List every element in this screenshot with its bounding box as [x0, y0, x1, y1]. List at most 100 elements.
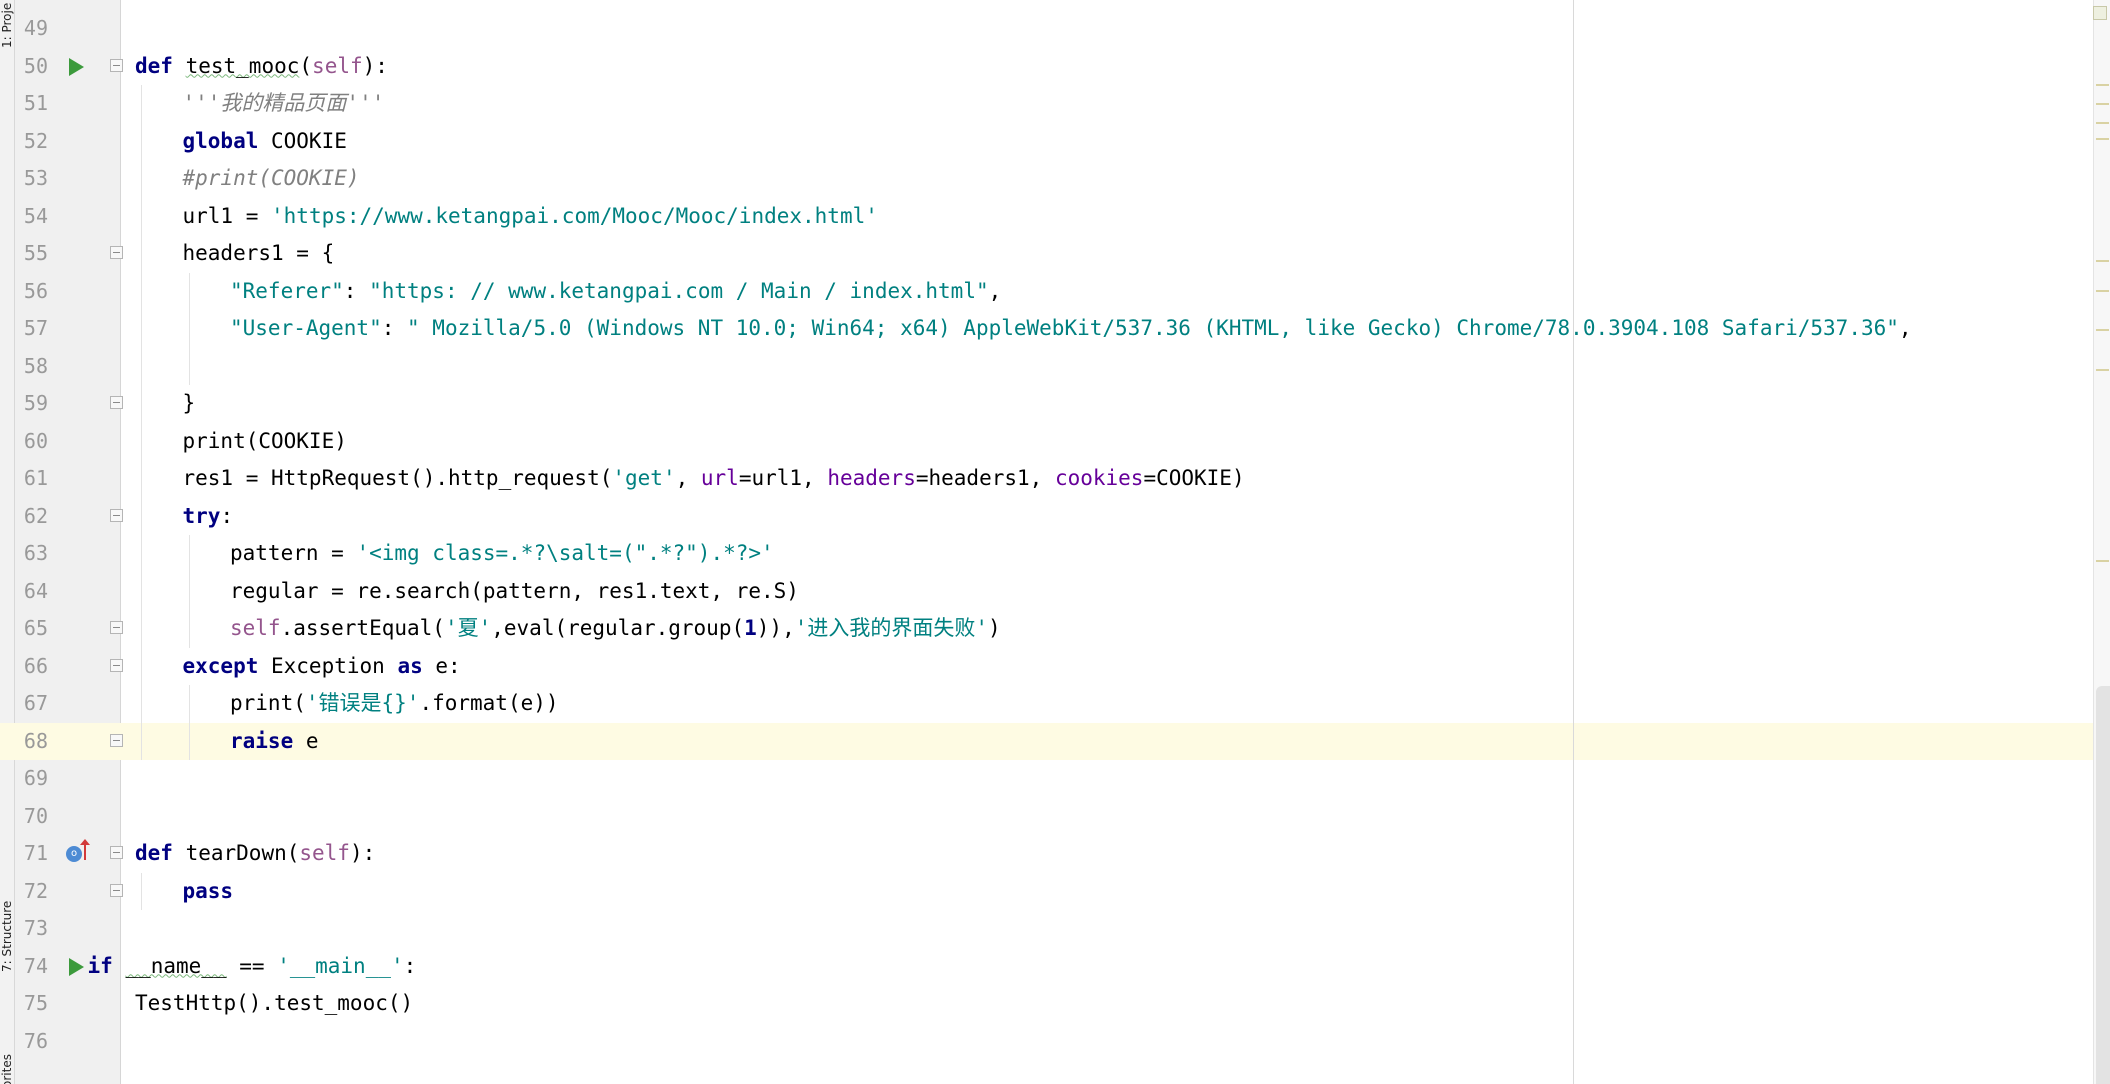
- code-text[interactable]: raise e: [230, 723, 319, 761]
- code-line-49[interactable]: 49: [0, 10, 2093, 48]
- code-line-51[interactable]: 51 '''我的精品页面''': [0, 85, 2093, 123]
- code-line-55[interactable]: 55 headers1 = {: [0, 235, 2093, 273]
- indent-guide: [141, 460, 142, 498]
- fold-marker-icon[interactable]: [110, 508, 123, 522]
- indent-guide: [188, 722, 190, 760]
- line-number: 56: [23, 278, 48, 303]
- code-line-62[interactable]: 62 try:: [0, 497, 2093, 536]
- line-number: 72: [23, 878, 48, 903]
- line-number: 51: [23, 91, 48, 115]
- fold-marker-icon[interactable]: [110, 658, 123, 672]
- line-number: 49: [23, 16, 48, 40]
- code-text[interactable]: pattern = '<img class=.*?\salt=(".*?").*…: [230, 535, 774, 573]
- line-number: 74: [23, 953, 48, 978]
- code-line-64[interactable]: 64 regular = re.search(pattern, res1.text…: [0, 572, 2093, 611]
- code-line-61[interactable]: 61 res1 = HttpRequest().http_request('get…: [0, 460, 2093, 498]
- fold-marker-icon[interactable]: [110, 396, 123, 409]
- indent-guide: [141, 235, 142, 273]
- code-line-57[interactable]: 57 "User-Agent": " Mozilla/5.0 (Windows N…: [0, 310, 2093, 348]
- code-line-74[interactable]: 74 if __name__ == '__main__':: [0, 948, 2093, 986]
- code-text[interactable]: #print(COOKIE): [183, 160, 360, 198]
- code-line-69[interactable]: 69: [0, 760, 2093, 798]
- fold-marker-icon[interactable]: [110, 621, 123, 634]
- code-text[interactable]: print('错误是{}'.format(e)): [230, 685, 559, 723]
- line-number: 59: [23, 391, 48, 415]
- line-number: 65: [23, 616, 48, 640]
- code-text[interactable]: res1 = HttpRequest().http_request('get',…: [183, 460, 1245, 498]
- fold-marker-icon[interactable]: [110, 883, 123, 897]
- indent-guide: [141, 310, 142, 348]
- code-line-75[interactable]: 75 TestHttp().test_mooc(): [0, 985, 2093, 1023]
- run-icon[interactable]: [69, 957, 84, 976]
- fold-marker-icon[interactable]: [110, 58, 123, 72]
- indent-guide: [188, 535, 190, 573]
- indent-guide: [141, 85, 142, 123]
- indent-guide: [141, 685, 142, 723]
- line-number: 76: [23, 1028, 48, 1053]
- code-text[interactable]: try:: [183, 498, 234, 536]
- line-number: 50: [23, 53, 48, 78]
- code-line-66[interactable]: 66 except Exception as e:: [0, 647, 2093, 686]
- code-text[interactable]: "User-Agent": " Mozilla/5.0 (Windows NT …: [230, 310, 1912, 348]
- indent-guide: [141, 872, 142, 910]
- fold-marker-icon[interactable]: [110, 846, 123, 859]
- line-number: 73: [23, 916, 48, 940]
- line-number: 66: [23, 653, 48, 678]
- code-text[interactable]: global COOKIE: [183, 123, 347, 161]
- code-text[interactable]: pass: [183, 873, 234, 911]
- line-number: 69: [23, 766, 48, 790]
- code-text[interactable]: def tearDown(self):: [135, 835, 375, 873]
- code-editor[interactable]: 49 50 def test_mooc(self): 51 '''我的精品页面''' 52…: [0, 0, 2110, 1084]
- line-number: 53: [23, 166, 48, 190]
- code-text[interactable]: def test_mooc(self):: [135, 48, 388, 86]
- code-line-53[interactable]: 53 #print(COOKIE): [0, 160, 2093, 198]
- code-line-65[interactable]: 65 self.assertEqual('夏',eval(regular.grou…: [0, 610, 2093, 648]
- scroll-thumb[interactable]: [2096, 686, 2110, 1084]
- code-line-58[interactable]: 58: [0, 347, 2093, 385]
- override-method-icon[interactable]: o: [66, 846, 82, 862]
- code-line-59[interactable]: 59}: [0, 385, 2093, 423]
- line-number: 64: [23, 578, 48, 603]
- code-text[interactable]: except Exception as e:: [183, 648, 461, 686]
- fold-marker-icon[interactable]: [110, 733, 123, 747]
- code-line-52[interactable]: 52 global COOKIE: [0, 122, 2093, 161]
- code-line-70[interactable]: 70: [0, 798, 2093, 836]
- code-text[interactable]: TestHttp().test_mooc(): [135, 985, 413, 1023]
- line-number: 57: [23, 316, 48, 340]
- code-text[interactable]: self.assertEqual('夏',eval(regular.group(…: [230, 610, 1001, 648]
- code-text[interactable]: }: [183, 385, 196, 423]
- code-line-54[interactable]: 54 url1 = 'https://www.ketangpai.com/Mooc…: [0, 197, 2093, 236]
- code-text[interactable]: "Referer": "https: // www.ketangpai.com …: [230, 273, 1001, 311]
- code-line-60[interactable]: 60 print(COOKIE): [0, 422, 2093, 461]
- line-number: 67: [23, 691, 48, 715]
- code-line-63[interactable]: 63 pattern = '<img class=.*?\salt=(".*?")…: [0, 535, 2093, 573]
- code-text[interactable]: '''我的精品页面''': [183, 85, 385, 123]
- line-number: 52: [23, 128, 48, 153]
- code-text[interactable]: if __name__ == '__main__':: [88, 948, 417, 986]
- indent-guide: [141, 272, 142, 310]
- fold-marker-icon[interactable]: [110, 246, 123, 259]
- code-line-56[interactable]: 56 "Referer": "https: // www.ketangpai.co…: [0, 272, 2093, 311]
- code-line-71[interactable]: 71 o def tearDown(self):: [0, 835, 2093, 873]
- code-line-73[interactable]: 73: [0, 910, 2093, 948]
- indent-guide: [141, 347, 142, 385]
- code-text[interactable]: print(COOKIE): [183, 423, 347, 461]
- indent-guide: [141, 497, 142, 535]
- indent-guide: [141, 647, 142, 685]
- inspection-status-icon[interactable]: [2093, 6, 2107, 20]
- code-text[interactable]: regular = re.search(pattern, res1.text, …: [230, 573, 799, 611]
- code-line-76[interactable]: 76: [0, 1023, 2093, 1061]
- indent-guide: [141, 122, 142, 160]
- code-line-72[interactable]: 72 pass: [0, 872, 2093, 911]
- code-line-68[interactable]: 68 raise e: [0, 722, 2093, 761]
- run-icon[interactable]: [69, 57, 84, 76]
- code-text[interactable]: url1 = 'https://www.ketangpai.com/Mooc/M…: [183, 198, 878, 236]
- code-line-67[interactable]: 67 print('错误是{}'.format(e)): [0, 685, 2093, 723]
- line-number: 55: [23, 241, 48, 265]
- code-line-50[interactable]: 50 def test_mooc(self):: [0, 48, 2093, 86]
- override-arrow-icon[interactable]: [80, 839, 90, 860]
- code-text[interactable]: headers1 = {: [183, 235, 335, 273]
- line-number: 71: [23, 841, 48, 865]
- indent-guide: [188, 685, 190, 723]
- line-number: 62: [23, 503, 48, 528]
